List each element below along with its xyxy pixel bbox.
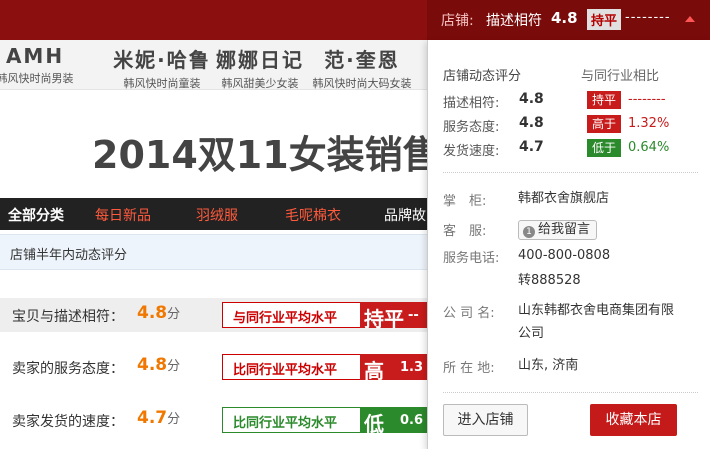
nav-brand-story[interactable]: 品牌故: [384, 205, 426, 225]
rating-delta: --------: [628, 92, 666, 107]
info-key: 所 在 地:: [443, 361, 495, 376]
brand-subtitle: 韩风快时尚大码女装: [312, 77, 412, 90]
favorite-shop-button[interactable]: 收藏本店: [590, 404, 677, 436]
panel-rating-row: 服务态度: 4.8 高于 1.32%: [443, 114, 703, 136]
rating-compare-box: 比同行业平均水平: [222, 354, 362, 380]
keeper-name[interactable]: 韩都衣舍旗舰店: [518, 188, 609, 210]
rating-tag: 持平 --: [360, 302, 428, 331]
category-nav: 全部分类 每日新品 羽绒服 毛呢棉衣 品牌故: [0, 198, 428, 230]
info-location: 所 在 地: 山东, 济南: [443, 357, 703, 379]
rating-label: 卖家发货的速度：: [12, 414, 124, 430]
brand-name: 米妮·哈鲁: [113, 48, 211, 72]
rating-tag: 低于: [587, 139, 621, 157]
rating-name: 描述相符:: [443, 96, 500, 111]
rating-row-shipping: 卖家发货的速度： 4.7分 比同行业平均水平 低 0.6: [0, 403, 428, 437]
rating-tag: 高 1.3: [360, 354, 428, 383]
info-key: 服务电话:: [443, 251, 500, 266]
phone-number: 400-800-0808: [518, 248, 611, 263]
shop-rating-dropdown-toggle[interactable]: 店铺: 描述相符 4.8 持平 --------: [427, 0, 710, 40]
rating-score: 4.7: [519, 139, 544, 155]
metric-delta: --------: [625, 10, 671, 25]
brand-name: 娜娜日记: [216, 48, 304, 72]
rating-name: 服务态度:: [443, 120, 500, 135]
rating-row-description: 宝贝与描述相符： 4.8分 与同行业平均水平 持平 --: [0, 298, 428, 332]
brand-subtitle: 韩风快时尚童装: [123, 77, 201, 90]
rating-section-header: 店铺半年内动态评分: [0, 234, 428, 270]
location: 山东, 济南: [518, 358, 579, 373]
nav-down-jackets[interactable]: 羽绒服: [196, 205, 238, 225]
brand-strip: AMH 韩风快时尚男装 米妮·哈鲁 韩风快时尚童装 娜娜日记 韩风甜美少女装 范…: [0, 40, 428, 90]
panel-compare-title: 与同行业相比: [581, 69, 660, 84]
metric-label: 描述相符: [486, 13, 542, 29]
rating-name: 发货速度:: [443, 144, 500, 159]
leave-message-button[interactable]: 1 给我留言: [518, 220, 598, 240]
panel-title: 店铺动态评分: [443, 69, 522, 84]
divider: [443, 392, 698, 393]
nav-wool-coats[interactable]: 毛呢棉衣: [285, 205, 341, 225]
brand-nana-diary[interactable]: 娜娜日记 韩风甜美少女装: [210, 44, 310, 91]
company-name-cont: 公司: [518, 326, 545, 341]
info-key: 客 服:: [443, 224, 487, 239]
info-company: 公 司 名: 山东韩都衣舍电商集团有限 公司: [443, 302, 703, 346]
brand-name: 范·奎恩: [324, 48, 400, 72]
info-key: 公 司 名:: [443, 306, 495, 321]
info-service: 客 服: 1 给我留言: [443, 220, 703, 242]
shop-info-panel: 店铺动态评分 与同行业相比 描述相符: 4.8 持平 -------- 服务态度…: [427, 40, 710, 449]
rating-score: 4.8: [519, 115, 544, 131]
divider: [443, 172, 698, 173]
panel-rating-row: 发货速度: 4.7 低于 0.64%: [443, 138, 703, 160]
panel-rating-row: 描述相符: 4.8 持平 --------: [443, 90, 703, 112]
rating-tag: 低 0.6: [360, 407, 428, 436]
rating-label: 卖家的服务态度：: [12, 361, 124, 377]
rating-compare-box: 与同行业平均水平: [222, 302, 362, 328]
rating-compare-box: 比同行业平均水平: [222, 407, 362, 433]
rating-score: 4.8分: [137, 355, 181, 375]
rating-tag: 高于: [587, 115, 621, 133]
info-keeper: 掌 柜: 韩都衣舍旗舰店: [443, 190, 703, 212]
metric-tag: 持平: [587, 9, 622, 30]
shop-label: 店铺:: [441, 13, 474, 29]
brand-name: AMH: [5, 44, 65, 68]
rating-row-service: 卖家的服务态度： 4.8分 比同行业平均水平 高 1.3: [0, 350, 428, 384]
brand-subtitle: 韩风快时尚男装: [0, 72, 74, 85]
rating-score: 4.7分: [137, 408, 181, 428]
caret-up-icon[interactable]: [685, 16, 695, 22]
rating-tag: 持平: [587, 91, 621, 109]
nav-new-arrivals[interactable]: 每日新品: [95, 205, 151, 225]
rating-delta: 0.64%: [628, 140, 670, 155]
rating-label: 宝贝与描述相符：: [12, 309, 124, 325]
metric-score: 4.8: [551, 9, 578, 27]
rating-section-title: 店铺半年内动态评分: [10, 248, 128, 263]
nav-all-categories[interactable]: 全部分类: [8, 205, 64, 225]
rating-score: 4.8: [519, 91, 544, 107]
brand-fan-kuien[interactable]: 范·奎恩 韩风快时尚大码女装: [304, 44, 420, 91]
phone-extension: 转888528: [518, 273, 581, 288]
info-key: 掌 柜:: [443, 194, 487, 209]
info-phone: 服务电话: 400-800-0808 转888528: [443, 247, 703, 291]
banner-title: 2014双11女装销售第: [92, 133, 479, 177]
enter-shop-button[interactable]: 进入店铺: [443, 404, 528, 436]
brand-mini-halu[interactable]: 米妮·哈鲁 韩风快时尚童装: [112, 44, 212, 91]
rating-delta: 1.32%: [628, 116, 670, 131]
brand-amh[interactable]: AMH 韩风快时尚男装: [0, 44, 110, 86]
brand-subtitle: 韩风甜美少女装: [221, 77, 299, 90]
rating-score: 4.8分: [137, 303, 181, 323]
chat-icon: 1: [523, 226, 535, 238]
company-name: 山东韩都衣舍电商集团有限: [518, 303, 675, 318]
